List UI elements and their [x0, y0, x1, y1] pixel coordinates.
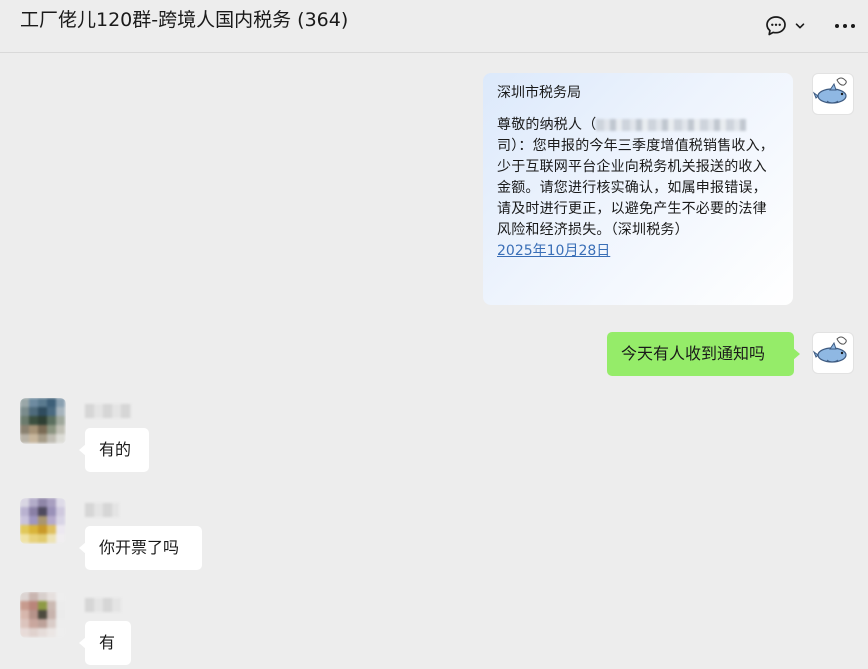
- pixelated-avatar: [20, 498, 66, 544]
- card-body-rest: 司）：您申报的今年三季度增值税销售收入，少于互联网平台企业向税务机关报送的收入金…: [497, 138, 774, 238]
- member-avatar[interactable]: [20, 498, 66, 544]
- chat-options-button[interactable]: [764, 14, 806, 38]
- member-message-bubble[interactable]: 有: [79, 621, 131, 665]
- card-date-link[interactable]: 2025年10月28日: [497, 241, 779, 262]
- card-sender: 深圳市税务局: [497, 85, 581, 101]
- chat-title: 工厂佬儿120群-跨境人国内税务 (364): [20, 9, 349, 31]
- self-avatar[interactable]: [812, 73, 854, 115]
- chat-header: 工厂佬儿120群-跨境人国内税务 (364): [0, 0, 868, 53]
- more-button[interactable]: [832, 14, 858, 38]
- member-avatar[interactable]: [20, 398, 66, 444]
- card-body: 尊敬的纳税人（ 司）：您申报的今年三季度增值税销售收入，少于互联网平台企业向税务机…: [497, 115, 779, 241]
- message-text: 今天有人收到通知吗: [621, 344, 766, 363]
- message-text: 你开票了吗: [99, 538, 180, 557]
- member-message-bubble[interactable]: 有的: [79, 428, 149, 472]
- self-avatar[interactable]: [812, 332, 854, 374]
- pixelated-avatar: [20, 398, 66, 444]
- more-dots-icon: [835, 24, 855, 28]
- member-name: [85, 404, 131, 418]
- tax-notice-card[interactable]: 深圳市税务局 尊敬的纳税人（ 司）：您申报的今年三季度增值税销售收入，少于互联网平…: [483, 73, 793, 305]
- member-name: [85, 503, 119, 517]
- dolphin-avatar-icon: [813, 77, 847, 104]
- message-text: 有的: [99, 440, 132, 459]
- pixelated-avatar: [20, 592, 66, 638]
- redacted-company-name: [596, 119, 747, 131]
- member-message-bubble[interactable]: 你开票了吗: [79, 526, 202, 570]
- member-avatar[interactable]: [20, 592, 66, 638]
- card-body-start: 尊敬的纳税人（: [497, 117, 597, 133]
- self-message-bubble[interactable]: 今天有人收到通知吗: [607, 332, 800, 376]
- header-actions: [764, 14, 858, 38]
- chevron-down-icon: [795, 23, 805, 29]
- member-name: [85, 598, 121, 612]
- dolphin-avatar-icon: [813, 336, 847, 363]
- chat-bubble-icon: [766, 16, 786, 36]
- message-text: 有: [99, 633, 116, 652]
